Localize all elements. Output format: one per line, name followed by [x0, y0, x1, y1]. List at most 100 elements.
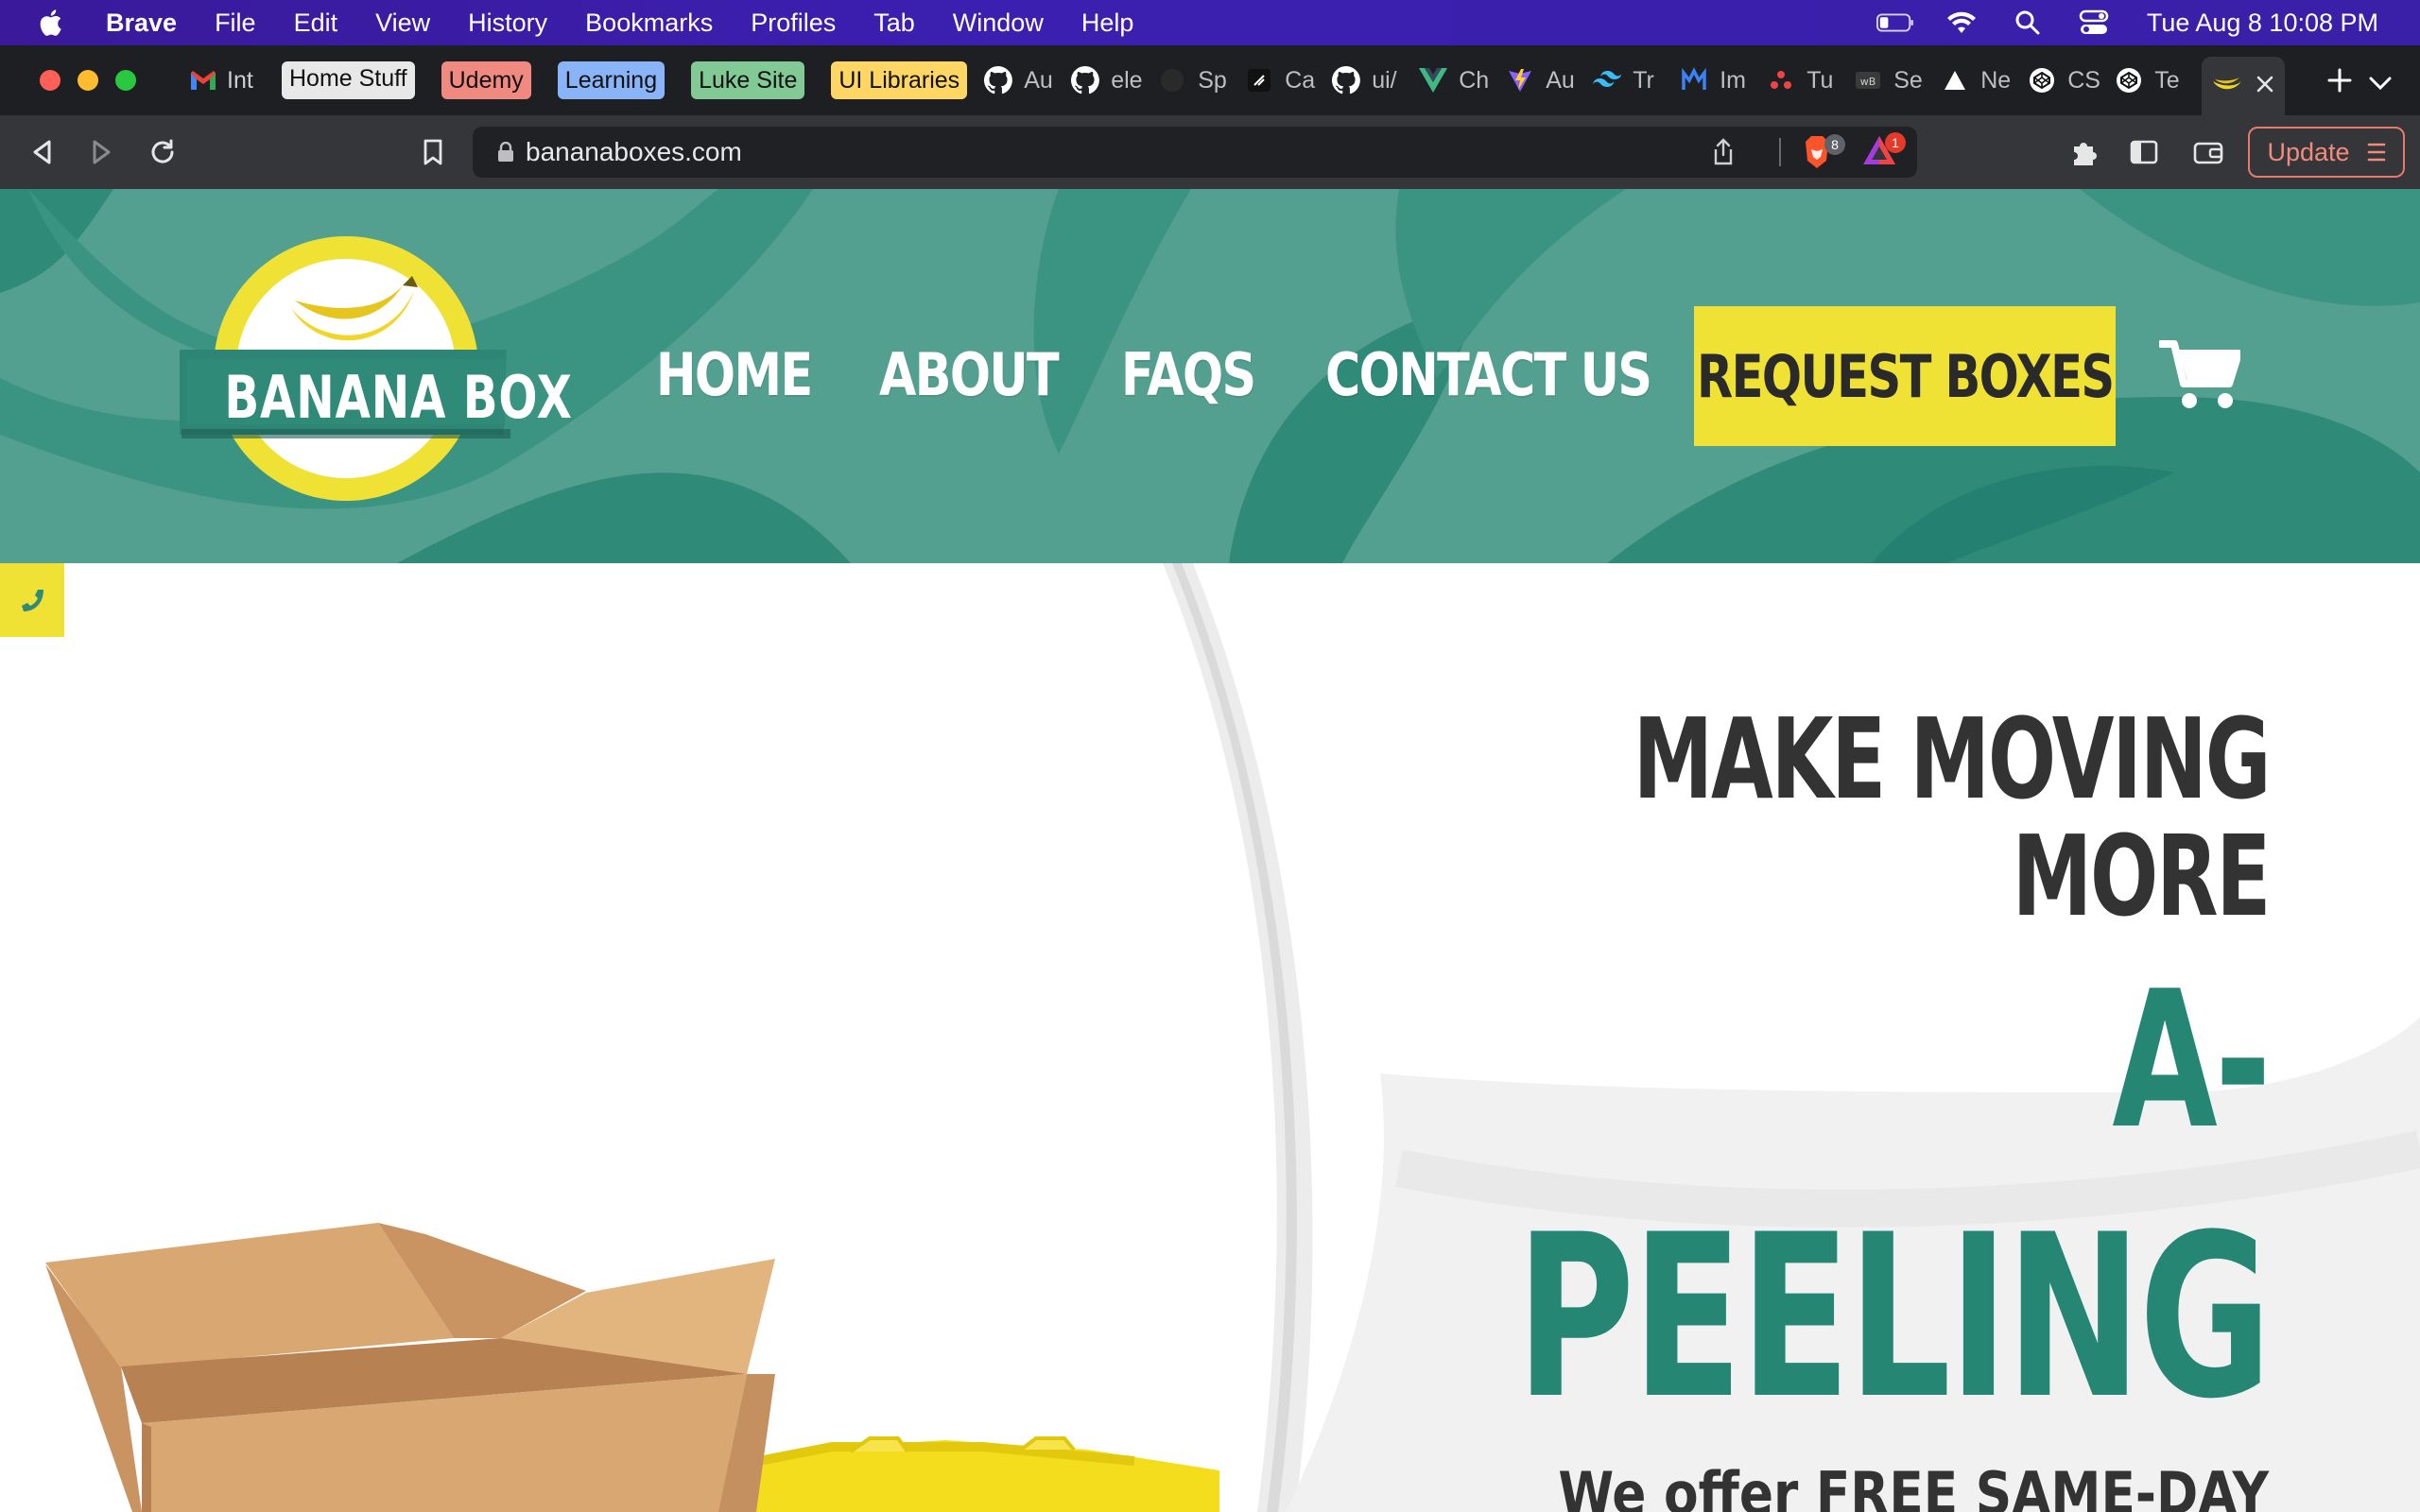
menu-app-name[interactable]: Brave [106, 9, 177, 38]
tab-ne[interactable]: Ne [1941, 61, 2028, 99]
shields-count-badge: 8 [1824, 134, 1845, 155]
tab-label: Ca [1285, 66, 1316, 94]
tab-se[interactable]: wB Se [1854, 61, 1941, 99]
tab-gmail[interactable]: Int [189, 66, 268, 94]
triangle-icon [1941, 66, 1969, 94]
tab-github-3[interactable]: ui/ [1332, 61, 1419, 99]
nav-about[interactable]: ABOUT [879, 340, 1060, 409]
browser-toolbar: bananaboxes.com 8 1 Update [0, 115, 2420, 189]
tab-github-1[interactable]: Au [984, 61, 1071, 99]
puzzle-icon [2074, 143, 2097, 165]
tab-ca[interactable]: Ca [1245, 61, 1332, 99]
tab-codepen-1[interactable]: CS [2028, 61, 2115, 99]
address-divider [1779, 138, 1781, 166]
reload-button[interactable] [140, 129, 185, 175]
tab-label: Im [1720, 66, 1746, 94]
menu-edit[interactable]: Edit [294, 9, 338, 38]
tab-group-ui-libraries[interactable]: UI Libraries [831, 61, 968, 99]
wifi-icon[interactable] [1943, 9, 1980, 37]
tab-tailwind[interactable]: Tr [1593, 61, 1680, 99]
update-button[interactable]: Update [2248, 127, 2405, 178]
forward-button[interactable] [79, 129, 125, 175]
control-center-icon[interactable] [2075, 9, 2113, 37]
menu-bookmarks[interactable]: Bookmarks [585, 9, 713, 38]
menu-tab[interactable]: Tab [873, 9, 915, 38]
shopping-cart-icon[interactable] [2159, 338, 2240, 412]
apple-icon[interactable] [36, 7, 68, 39]
menu-history[interactable]: History [468, 9, 547, 38]
tab-label: Au [1024, 66, 1053, 94]
tab-vue[interactable]: Ch [1419, 61, 1506, 99]
menu-help[interactable]: Help [1081, 9, 1134, 38]
lock-icon[interactable] [497, 142, 514, 163]
tab-group-udemy[interactable]: Udemy [441, 61, 531, 99]
nav-faqs[interactable]: FAQS [1121, 340, 1256, 409]
extensions-button[interactable] [2061, 129, 2106, 175]
macos-menubar: Brave File Edit View History Bookmarks P… [0, 0, 2420, 45]
minimize-window-icon[interactable] [78, 70, 98, 91]
tab-label: Sp [1198, 66, 1227, 94]
back-arrow-icon [33, 140, 51, 164]
brave-rewards-button[interactable]: 1 [1860, 132, 1906, 170]
back-button[interactable] [19, 129, 64, 175]
menu-profiles[interactable]: Profiles [751, 9, 836, 38]
hero-subtitle: We offer FREE SAME-DAY [1558, 1459, 2269, 1512]
brave-shields-button[interactable]: 8 [1800, 132, 1845, 172]
menubar-clock[interactable]: Tue Aug 8 10:08 PM [2147, 9, 2378, 38]
tab-group-label: Learning [564, 66, 658, 94]
tab-github-2[interactable]: ele [1071, 61, 1158, 99]
tab-im[interactable]: Im [1680, 61, 1767, 99]
tab-tu[interactable]: Tu [1767, 61, 1854, 99]
vite-icon [1506, 66, 1534, 94]
maximize-window-icon[interactable] [115, 70, 136, 91]
tab-label: Int [227, 66, 253, 94]
tab-label: ele [1111, 66, 1143, 94]
new-tab-button[interactable] [2311, 52, 2368, 109]
tab-vite[interactable]: Au [1506, 61, 1593, 99]
tab-label: Se [1893, 66, 1923, 94]
tab-label: Ne [1980, 66, 2012, 94]
menu-view[interactable]: View [375, 9, 430, 38]
tab-active-bananaboxes[interactable] [2202, 57, 2286, 115]
tab-label: ui/ [1372, 66, 1397, 94]
tab-group-home-stuff[interactable]: Home Stuff [282, 61, 415, 99]
address-bar[interactable]: bananaboxes.com 8 1 [473, 127, 1917, 178]
github-icon [1332, 66, 1361, 94]
tailwind-icon [1593, 66, 1622, 94]
close-tab-icon[interactable] [2255, 74, 2275, 99]
rewards-count-badge: 1 [1885, 132, 1906, 153]
m-logo-icon [1680, 66, 1708, 94]
tab-label: Ch [1459, 66, 1490, 94]
phone-call-button[interactable] [0, 563, 64, 637]
browser-tab-strip: Int Home Stuff Udemy Learning Luke Site … [0, 45, 2420, 115]
nav-contact-us[interactable]: CONTACT US [1325, 340, 1652, 409]
wallet-button[interactable] [2186, 129, 2231, 175]
tab-label: CS [2067, 66, 2100, 94]
search-icon[interactable] [2009, 9, 2047, 37]
nav-home[interactable]: HOME [656, 340, 813, 409]
menu-window[interactable]: Window [953, 9, 1044, 38]
phone-icon [22, 590, 43, 611]
bookmark-button[interactable] [410, 129, 456, 175]
tab-group-luke-site[interactable]: Luke Site [691, 61, 805, 99]
sidebar-toggle-button[interactable] [2121, 129, 2167, 175]
menu-file[interactable]: File [215, 9, 256, 38]
close-window-icon[interactable] [40, 70, 60, 91]
tab-sp[interactable]: Sp [1158, 61, 1245, 99]
battery-icon[interactable] [1876, 9, 1914, 37]
tab-search-button[interactable] [2361, 64, 2399, 102]
share-icon[interactable] [1711, 138, 1736, 166]
svg-text:wB: wB [1860, 76, 1876, 88]
request-boxes-label: REQUEST BOXES [1696, 341, 2115, 411]
request-boxes-button[interactable]: REQUEST BOXES [1694, 306, 2116, 446]
tab-group-learning[interactable]: Learning [557, 61, 666, 99]
hero-accent-line-1: A- [2112, 951, 2272, 1171]
tab-label: Au [1546, 66, 1575, 94]
menu-icon [2367, 143, 2385, 162]
url-text[interactable]: bananaboxes.com [526, 137, 742, 167]
tab-codepen-2[interactable]: Te [2115, 61, 2202, 99]
logo-text: BANANA BOX [224, 363, 573, 432]
hero-accent-line-2: PEELING [1515, 1187, 2271, 1449]
hero-title-line-2: MORE [2012, 811, 2271, 941]
chevron-down-icon [2369, 77, 2392, 90]
